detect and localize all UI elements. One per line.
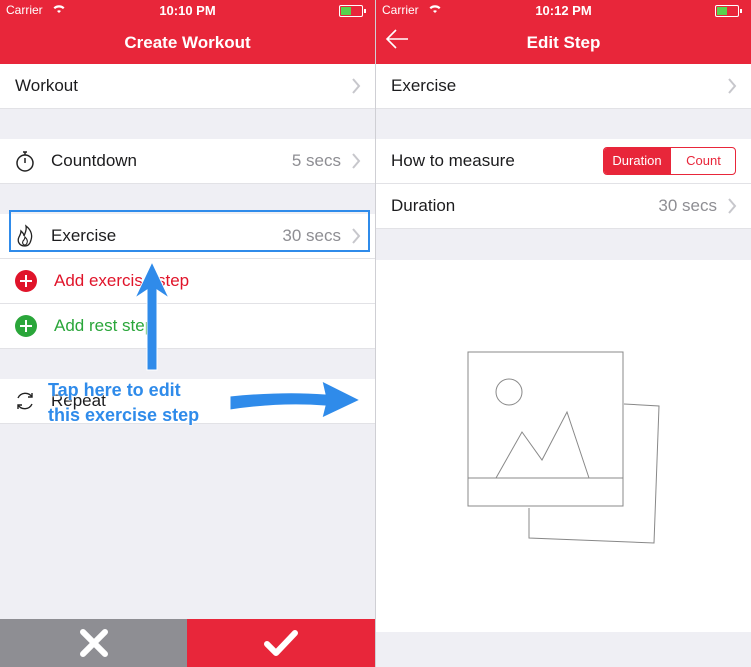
annotation-callout: Tap here to edit this exercise step bbox=[48, 378, 199, 428]
annotation-arrows bbox=[133, 260, 362, 419]
callout-line-2: this exercise step bbox=[48, 405, 200, 425]
callout-line-1: Tap here to edit bbox=[48, 380, 181, 400]
